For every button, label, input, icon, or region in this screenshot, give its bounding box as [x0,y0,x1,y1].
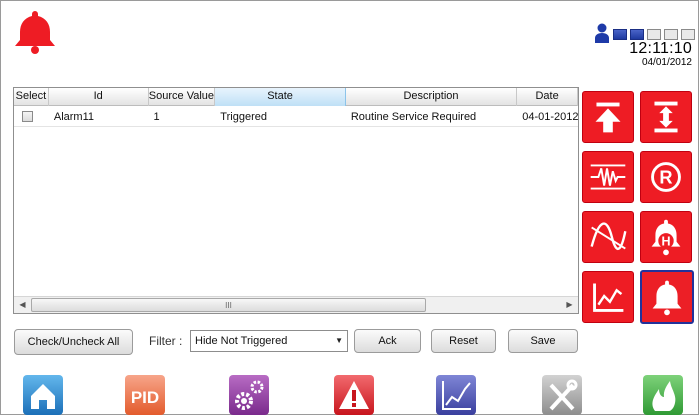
tools-icon [542,375,582,415]
alarm-screen: 12:11:10 04/01/2012 Select Id Source Val… [0,0,699,415]
table-header: Select Id Source Value State Description… [14,88,578,106]
alarms-button[interactable] [640,270,694,324]
curve-trend-icon [590,222,627,250]
trend-chart-icon [593,283,624,312]
scroll-right-arrow-icon[interactable]: ▶ [561,297,578,313]
clock-date: 04/01/2012 [641,57,692,68]
nav-alarms[interactable] [334,369,374,415]
column-header-source-value[interactable]: Source Value [149,88,216,106]
table-row[interactable]: Alarm11 1 Triggered Routine Service Requ… [14,107,578,127]
signal-bar [647,29,661,40]
pid-label: PID [131,388,159,407]
signal-bar [681,29,695,40]
cell-source-value: 1 [153,111,160,123]
alarm-bell-logo-icon [15,11,55,54]
curve-trend-button[interactable] [582,211,634,263]
clock-time: 12:11:10 [629,40,692,57]
horizontal-scrollbar[interactable]: ◀ III ▶ [14,296,578,313]
reset-button[interactable]: Reset [431,329,496,353]
arrow-up-to-bar-icon [595,102,621,133]
cell-state: Triggered [220,111,267,123]
scroll-left-arrow-icon[interactable]: ◀ [14,297,31,313]
nav-settings[interactable] [229,369,269,415]
alarm-table: Select Id Source Value State Description… [13,87,579,314]
svg-text:H: H [661,235,670,249]
expand-button[interactable] [640,91,692,143]
trend-graph-icon [436,375,476,415]
ack-button[interactable]: Ack [354,329,421,353]
alarm-bell-icon [652,280,682,316]
nav-pid[interactable]: PID [125,369,165,415]
row-select-cell [14,107,49,126]
reset-r-icon: R [651,162,681,192]
pid-icon: PID [125,375,165,415]
save-button[interactable]: Save [508,329,578,353]
alarm-history-button[interactable]: H [640,211,692,263]
scroll-thumb[interactable]: III [31,298,426,312]
trend-chart-button[interactable] [582,271,634,323]
alarm-history-h-icon: H [651,219,681,256]
cell-description: Routine Service Required [350,111,477,123]
filter-label: Filter : [149,334,183,348]
user-icon [595,23,609,43]
check-uncheck-all-button[interactable]: Check/Uncheck All [14,329,133,355]
reset-r-button[interactable]: R [640,151,692,203]
nav-trends[interactable] [436,369,476,415]
filter-value: Hide Not Triggered [195,335,288,347]
signal-bar [664,29,678,40]
waveform-limits-icon [590,164,626,190]
expand-vertical-icon [654,101,678,133]
scroll-to-top-button[interactable] [582,91,634,143]
dropdown-arrow-icon: ▼ [335,336,343,345]
alarm-warning-icon [334,375,374,415]
cell-date: 04-01-2012 [522,111,578,123]
signal-bar [630,29,644,40]
cell-id: Alarm11 [53,111,95,123]
signal-indicator [613,29,695,40]
column-header-description[interactable]: Description [346,88,518,106]
settings-gears-icon [229,375,269,415]
column-header-state[interactable]: State [215,88,346,106]
signal-bar [613,29,627,40]
column-header-date[interactable]: Date [517,88,578,106]
waveform-limits-button[interactable] [582,151,634,203]
scroll-grip: III [225,301,232,310]
filter-dropdown[interactable]: Hide Not Triggered ▼ [190,330,348,352]
svg-text:R: R [659,167,672,188]
fire-icon [643,375,683,415]
nav-tools[interactable] [542,369,582,415]
column-header-select[interactable]: Select [14,88,49,106]
nav-home[interactable] [23,369,63,415]
row-checkbox[interactable] [22,111,33,122]
nav-fire[interactable] [643,369,683,415]
column-header-id[interactable]: Id [49,88,149,106]
home-icon [23,375,63,415]
